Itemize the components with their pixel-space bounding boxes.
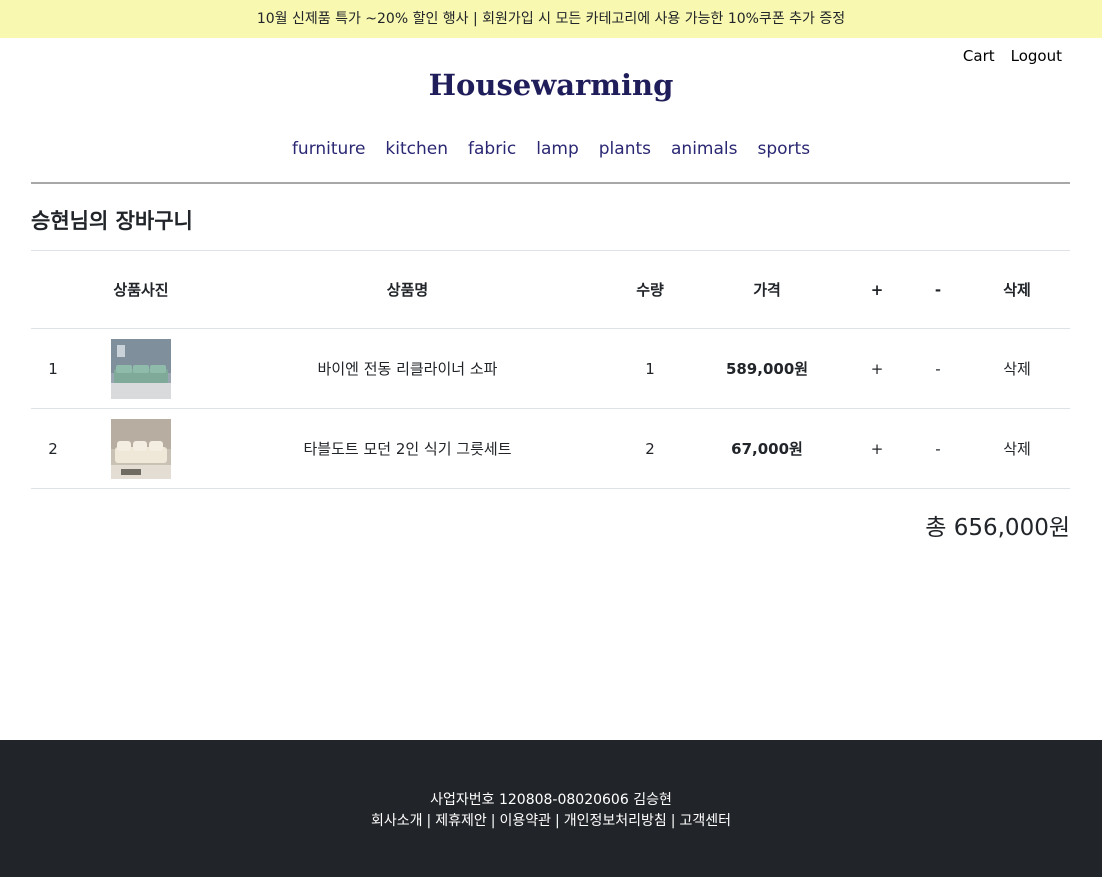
site-logo[interactable]: Housewarming <box>0 68 1102 102</box>
nav-item-sports[interactable]: sports <box>757 139 810 159</box>
header-name: 상품명 <box>386 281 429 299</box>
product-name[interactable]: 바이엔 전동 리클라이너 소파 <box>207 329 608 409</box>
nav-item-fabric[interactable]: fabric <box>468 139 516 159</box>
footer-link-privacy[interactable]: 개인정보처리방침 <box>564 813 667 829</box>
logout-link[interactable]: Logout <box>1011 47 1062 65</box>
footer-link-about[interactable]: 회사소개 <box>371 813 423 829</box>
user-links: Cart Logout <box>963 47 1062 65</box>
product-price: 589,000원 <box>725 360 809 378</box>
nav-item-lamp[interactable]: lamp <box>536 139 579 159</box>
nav-item-furniture[interactable]: furniture <box>292 139 365 159</box>
product-qty: 2 <box>645 439 655 458</box>
nav-item-plants[interactable]: plants <box>599 139 651 159</box>
footer-separator: | <box>426 813 432 829</box>
footer-link-terms[interactable]: 이용약관 <box>499 813 551 829</box>
nav-divider <box>31 182 1070 184</box>
header-delete: 삭제 <box>1003 281 1031 299</box>
footer-link-partnership[interactable]: 제휴제안 <box>435 813 487 829</box>
cart-total: 총 656,000원 <box>925 515 1070 541</box>
cart-table: 상품사진 상품명 수량 가격 + - 삭제 1 바이엔 전동 리클라이너 소파 … <box>31 250 1070 489</box>
product-thumbnail[interactable] <box>75 409 207 489</box>
delete-item-button[interactable]: 삭제 <box>964 409 1070 489</box>
sofa-photo-icon <box>111 338 171 399</box>
header-qty: 수량 <box>636 281 664 299</box>
footer: 사업자번호 120808-08020606 김승현 회사소개 | 제휴제안 | 이용약관… <box>0 740 1102 877</box>
increase-qty-button[interactable]: + <box>842 409 912 489</box>
footer-separator: | <box>490 813 496 829</box>
cart-link[interactable]: Cart <box>963 47 995 65</box>
row-index: 2 <box>48 439 58 458</box>
product-name[interactable]: 타블도트 모던 2인 식기 그릇세트 <box>207 409 608 489</box>
business-info: 사업자번호 120808-08020606 김승현 <box>430 792 672 808</box>
product-thumbnail[interactable] <box>75 329 207 409</box>
header-minus: - <box>934 280 942 299</box>
product-qty: 1 <box>645 359 655 378</box>
header-image: 상품사진 <box>113 281 169 299</box>
promo-text: 10월 신제품 특가 ~20% 할인 행사 | 회원가입 시 모든 카테고리에 … <box>256 11 846 27</box>
nav-item-animals[interactable]: animals <box>671 139 737 159</box>
footer-link-support[interactable]: 고객센터 <box>679 813 731 829</box>
row-index: 1 <box>48 359 58 378</box>
table-row: 2 타블도트 모던 2인 식기 그릇세트 2 67,000원 + - 삭제 <box>31 409 1070 489</box>
header-index <box>31 251 75 329</box>
increase-qty-button[interactable]: + <box>842 329 912 409</box>
decrease-qty-button[interactable]: - <box>912 329 964 409</box>
promo-banner: 10월 신제품 특가 ~20% 할인 행사 | 회원가입 시 모든 카테고리에 … <box>0 0 1102 38</box>
table-row: 1 바이엔 전동 리클라이너 소파 1 589,000원 + - 삭제 <box>31 329 1070 409</box>
footer-separator: | <box>670 813 676 829</box>
nav-item-kitchen[interactable]: kitchen <box>385 139 448 159</box>
footer-separator: | <box>555 813 560 829</box>
table-header-row: 상품사진 상품명 수량 가격 + - 삭제 <box>31 250 1070 329</box>
header-price: 가격 <box>753 281 781 299</box>
product-price: 67,000원 <box>731 440 803 458</box>
category-nav: furniture kitchen fabric lamp plants ani… <box>0 139 1102 159</box>
page-title: 승현님의 장바구니 <box>31 209 193 233</box>
decrease-qty-button[interactable]: - <box>912 409 964 489</box>
delete-item-button[interactable]: 삭제 <box>964 329 1070 409</box>
sofa-photo-icon <box>111 418 171 479</box>
footer-links: 회사소개 | 제휴제안 | 이용약관 | 개인정보처리방침 | 고객센터 <box>0 810 1102 830</box>
header-plus: + <box>870 280 884 299</box>
